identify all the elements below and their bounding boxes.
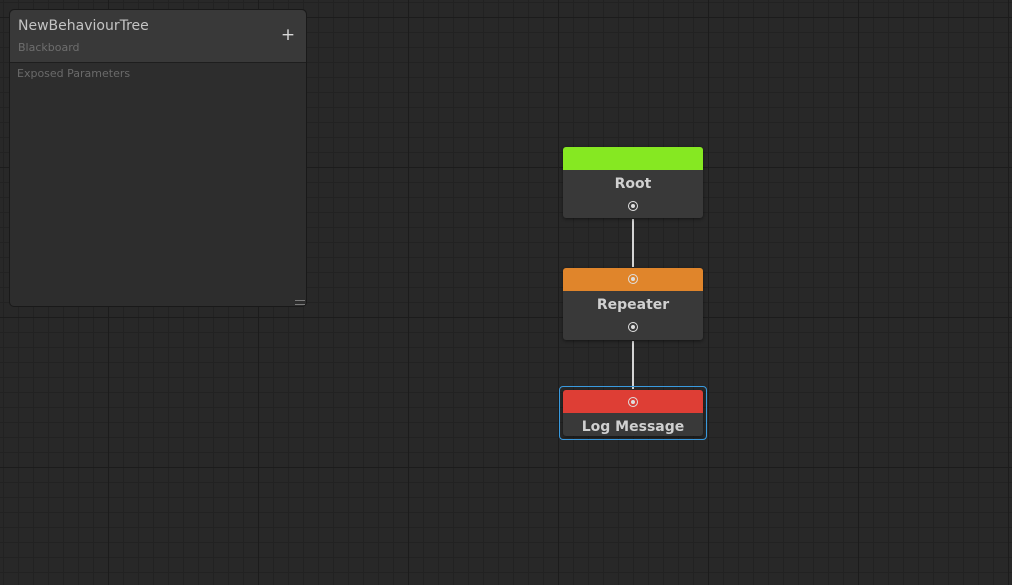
edge-root-to-repeater [632, 219, 634, 267]
node-repeater[interactable]: Repeater [563, 268, 703, 340]
plus-icon[interactable]: + [280, 27, 296, 44]
port-circle-icon[interactable] [628, 201, 638, 211]
node-root-label: Root [614, 176, 652, 192]
blackboard-panel[interactable]: NewBehaviourTree Blackboard + Exposed Pa… [9, 9, 307, 307]
node-repeater-label: Repeater [596, 297, 670, 313]
exposed-parameters-label: Exposed Parameters [17, 67, 131, 80]
graph-title: NewBehaviourTree [18, 18, 149, 34]
port-circle-icon[interactable] [628, 274, 638, 284]
node-log-message-label: Log Message [581, 419, 685, 435]
node-root-bar [563, 147, 703, 170]
node-root[interactable]: Root [563, 147, 703, 218]
port-circle-icon[interactable] [628, 397, 638, 407]
resize-grip-icon[interactable] [295, 300, 305, 305]
blackboard-subtitle: Blackboard [18, 41, 80, 54]
blackboard-header: NewBehaviourTree Blackboard + [10, 10, 306, 63]
edge-repeater-to-log [632, 341, 634, 389]
port-circle-icon[interactable] [628, 322, 638, 332]
graph-canvas[interactable]: NewBehaviourTree Blackboard + Exposed Pa… [0, 0, 1012, 585]
node-log-message[interactable]: Log Message [563, 390, 703, 436]
